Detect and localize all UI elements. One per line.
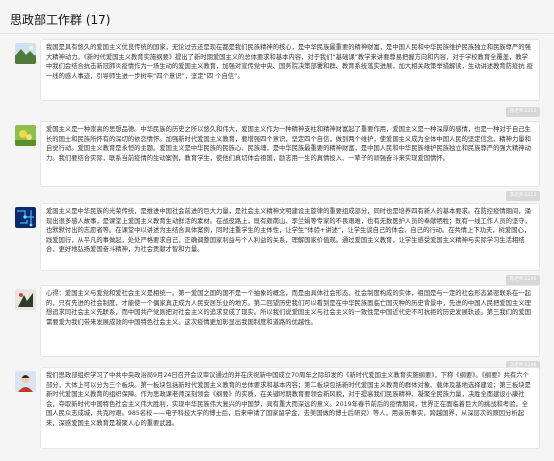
- message-item: 我国是具有悠久的爱国主义优良传统的国家，无论过去还是现在都是我们民族精神的核心，…: [0, 39, 554, 117]
- message-bubble[interactable]: 我们思政部组织学习了中共中央政治局9月24日召开会议审议通过的并在庆祝新中国成立…: [40, 367, 540, 449]
- message-text: 我国是具有悠久的爱国主义优良传统的国家，无论过去还是现在都是我们民族精神的核心，…: [46, 44, 533, 80]
- landscape-avatar[interactable]: [15, 43, 36, 64]
- message-bubble[interactable]: 心得：爱国主义与爱党和爱社会主义是相统一。第一爱国之国的国不是一个抽象的概念，而…: [40, 285, 540, 357]
- message-bubble[interactable]: 我国是具有悠久的爱国主义优良传统的国家，无论过去还是现在都是我们民族精神的核心，…: [40, 39, 540, 101]
- message-bubble[interactable]: 爱国主义是中华民族的光荣传统，是推进中国社会前进的巨大力量，是社会主义精神文明建…: [40, 203, 540, 271]
- sunset-avatar[interactable]: [15, 289, 36, 310]
- message-text: 我们思政部组织学习了中共中央政治局9月24日召开会议审议通过的并在庆祝新中国成立…: [46, 372, 531, 427]
- message-item: 心得：爱国主义与爱党和爱社会主义是相统一。第一爱国之国的国不是一个抽象的概念，而…: [0, 285, 554, 371]
- message-text: 爱国主义是一种崇高的思想品德。中华民族的历史之所以悠久和伟大，爱国主义作为一种精…: [46, 126, 531, 162]
- chat-window: 思政部工作群 (17) 我国是具有悠久的爱国主义优良传统的国家，无论过去还是现在…: [0, 0, 554, 461]
- message-item: 爱国主义是中华民族的光荣传统，是推进中国社会前进的巨大力量，是社会主义精神文明建…: [0, 203, 554, 285]
- message-text: 爱国主义是中华民族的光荣传统，是推进中国社会前进的巨大力量，是社会主义精神文明建…: [46, 208, 531, 254]
- circuit-avatar[interactable]: [15, 207, 36, 228]
- sender-name-tag: 陈老师·2206: [506, 275, 540, 285]
- message-item: 我们思政部组织学习了中共中央政治局9月24日召开会议审议通过的并在庆祝新中国成立…: [0, 367, 554, 449]
- message-bubble[interactable]: 爱国主义是一种崇高的思想品德。中华民族的历史之所以悠久和伟大，爱国主义作为一种精…: [40, 121, 540, 187]
- message-list[interactable]: 我国是具有悠久的爱国主义优良传统的国家，无论过去还是现在都是我们民族精神的核心，…: [0, 35, 554, 461]
- message-text: 心得：爱国主义与爱党和爱社会主义是相统一。第一爱国之国的国不是一个抽象的概念，而…: [46, 290, 531, 326]
- chat-title: 思政部工作群 (17): [10, 13, 111, 27]
- sender-name-tag: 张老师·2213: [506, 107, 540, 117]
- sender-name-tag: 李老师·2213: [506, 191, 540, 201]
- title-bar: 思政部工作群 (17): [0, 0, 554, 34]
- child-avatar[interactable]: [15, 371, 36, 392]
- message-item: 爱国主义是一种崇高的思想品德。中华民族的历史之所以悠久和伟大，爱国主义作为一种精…: [0, 121, 554, 201]
- flower-avatar[interactable]: [15, 125, 36, 146]
